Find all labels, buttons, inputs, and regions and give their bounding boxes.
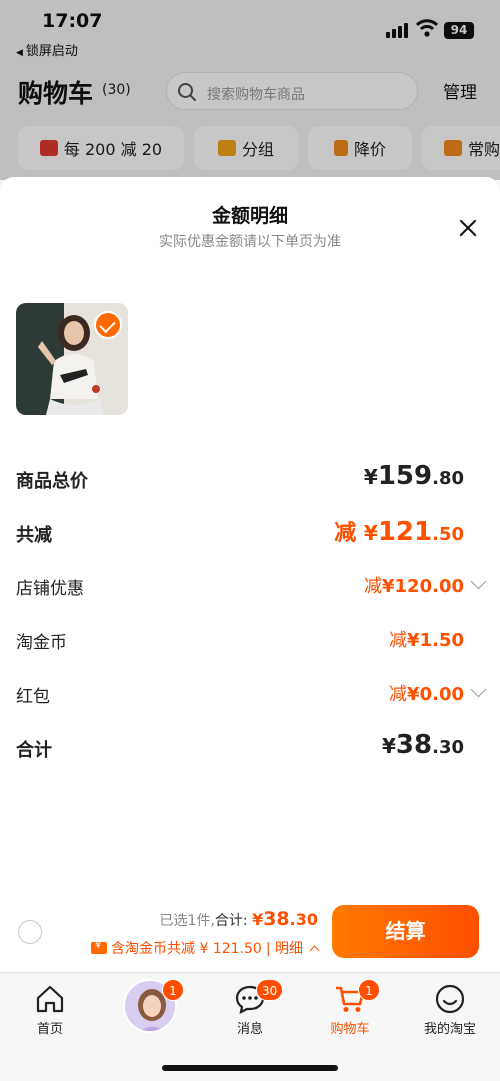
row-goods-total: 商品总价 ¥159.80: [0, 459, 500, 499]
product-thumbnail[interactable]: [16, 303, 128, 415]
chevron-down-icon: [470, 573, 487, 590]
checkout-bar: 已选1件,合计: ¥38.30 含淘金币共减 ¥ 121.50 | 明细 结算: [0, 896, 500, 970]
close-icon[interactable]: [452, 213, 482, 243]
total-currency: ¥: [252, 910, 264, 929]
selected-count: 已选1件,: [159, 913, 215, 929]
tab-badge: 1: [162, 979, 184, 1001]
sheet-title: 金额明细: [211, 205, 288, 227]
selected-summary: 已选1件,合计: ¥38.30: [160, 908, 318, 930]
row-taobao-coin: 淘金币 减¥1.50: [0, 620, 500, 660]
tab-label: 我的淘宝: [423, 1022, 476, 1037]
total-integer: 38: [263, 908, 290, 930]
tab-avatar[interactable]: 1: [100, 973, 200, 1043]
tab-label: 首页: [36, 1022, 63, 1037]
selected-check-icon: [94, 311, 122, 339]
row-value: 减¥120.00: [364, 576, 464, 597]
row-label: 红包: [16, 687, 50, 707]
settle-button[interactable]: 结算: [332, 905, 479, 958]
chevron-down-icon: [470, 681, 487, 698]
tab-label: 购物车: [330, 1022, 370, 1037]
row-label: 淘金币: [16, 633, 67, 653]
row-label: 共减: [16, 525, 52, 546]
home-icon: [36, 985, 64, 1013]
profile-icon: [435, 984, 465, 1014]
coin-icon: [91, 940, 108, 954]
tab-badge: 1: [358, 979, 380, 1001]
coin-discount-text: 含淘金币共减 ¥ 121.50: [111, 941, 262, 957]
tab-home[interactable]: 首页: [0, 973, 100, 1043]
tab-label: 消息: [236, 1022, 263, 1037]
tab-badge: 30: [256, 979, 284, 1001]
row-value: 减¥0.00: [389, 684, 464, 705]
row-value: 减¥1.50: [389, 630, 464, 651]
amount-detail-sheet: 金额明细 实际优惠金额请以下单页为准 商品总价 ¥159.80 共减 减 ¥12…: [0, 177, 500, 977]
row-value: ¥159.80: [363, 461, 464, 491]
cart-page-background: 17:07 ◀ 锁屏启动 94 购物车 (30) 搜索购物车商品 管理 每 200…: [0, 0, 500, 180]
row-total-discount: 共减 减 ¥121.50: [0, 513, 500, 553]
coin-discount-detail-toggle[interactable]: 含淘金币共减 ¥ 121.50 | 明细: [91, 938, 320, 958]
total-label: 合计:: [214, 913, 248, 929]
row-value: 减 ¥121.50: [334, 517, 464, 547]
bottom-tab-bar: 首页 1 30 消息 1 购物车 我的淘宝: [0, 972, 500, 1081]
detail-label: | 明细: [265, 941, 303, 957]
home-indicator[interactable]: [162, 1065, 338, 1071]
tab-cart[interactable]: 1 购物车: [300, 973, 400, 1043]
row-label: 合计: [16, 740, 52, 761]
tab-my-taobao[interactable]: 我的淘宝: [400, 973, 500, 1043]
row-grand-total: 合计 ¥38.30: [0, 728, 500, 768]
tab-messages[interactable]: 30 消息: [200, 973, 300, 1043]
select-all-checkbox[interactable]: [18, 920, 42, 944]
sheet-subtitle: 实际优惠金额请以下单页为准: [159, 234, 341, 250]
row-red-packet[interactable]: 红包 减¥0.00: [0, 674, 500, 714]
row-label: 商品总价: [16, 471, 88, 492]
row-value: ¥38.30: [382, 730, 464, 760]
row-shop-discount[interactable]: 店铺优惠 减¥120.00: [0, 566, 500, 606]
modal-overlay[interactable]: [0, 0, 500, 180]
chevron-up-icon: [309, 945, 320, 955]
row-label: 店铺优惠: [16, 579, 84, 599]
total-decimal: .30: [289, 910, 318, 929]
